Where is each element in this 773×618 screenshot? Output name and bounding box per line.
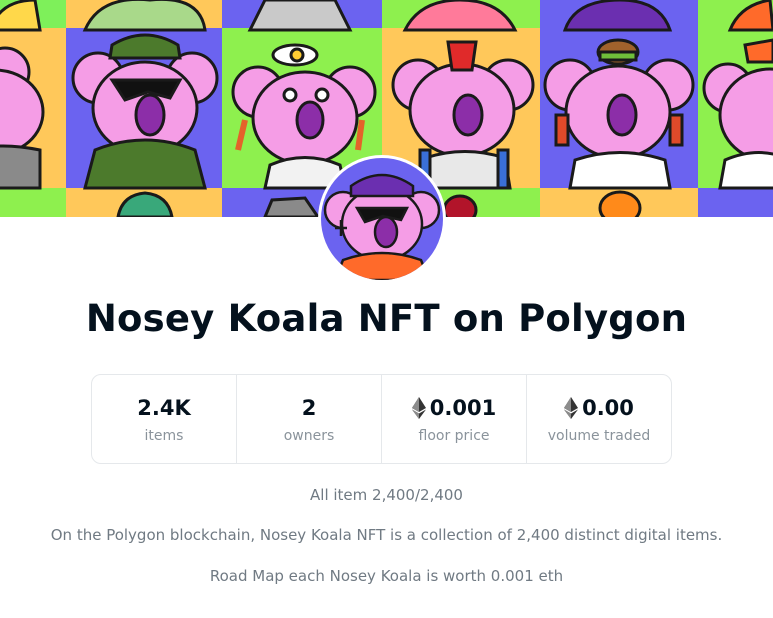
stat-value: 0.001 — [411, 394, 497, 422]
volume-traded-label: volume traded — [547, 428, 651, 444]
stat-items[interactable]: 2.4K items — [92, 375, 237, 463]
items-count-text: All item 2,400/2,400 — [310, 486, 463, 504]
collection-title: Nosey Koala NFT on Polygon — [85, 297, 688, 340]
stat-owners[interactable]: 2 owners — [237, 375, 382, 463]
floor-price-label: floor price — [418, 428, 490, 444]
items-count-value: 2.4K — [137, 396, 191, 420]
stat-floor-price[interactable]: 0.001 floor price — [382, 375, 527, 463]
volume-traded-value: 0.00 — [582, 396, 634, 420]
stat-value: 2.4K — [137, 394, 190, 422]
collection-avatar[interactable] — [318, 155, 446, 283]
roadmap-text: Road Map each Nosey Koala is worth 0.001… — [209, 567, 564, 585]
koala-avatar-image — [321, 158, 443, 280]
items-label: items — [144, 428, 184, 444]
collection-description: On the Polygon blockchain, Nosey Koala N… — [50, 526, 723, 544]
ethereum-icon — [411, 397, 426, 419]
stat-value: 2 — [302, 394, 317, 422]
ethereum-icon — [564, 397, 579, 419]
owners-count-value: 2 — [301, 396, 317, 420]
stat-volume-traded[interactable]: 0.00 volume traded — [527, 375, 671, 463]
owners-label: owners — [283, 428, 335, 444]
floor-price-value: 0.001 — [429, 396, 497, 420]
stat-value: 0.00 — [564, 394, 634, 422]
collection-stats: 2.4K items 2 owners 0.001 floor price 0.… — [91, 374, 672, 464]
